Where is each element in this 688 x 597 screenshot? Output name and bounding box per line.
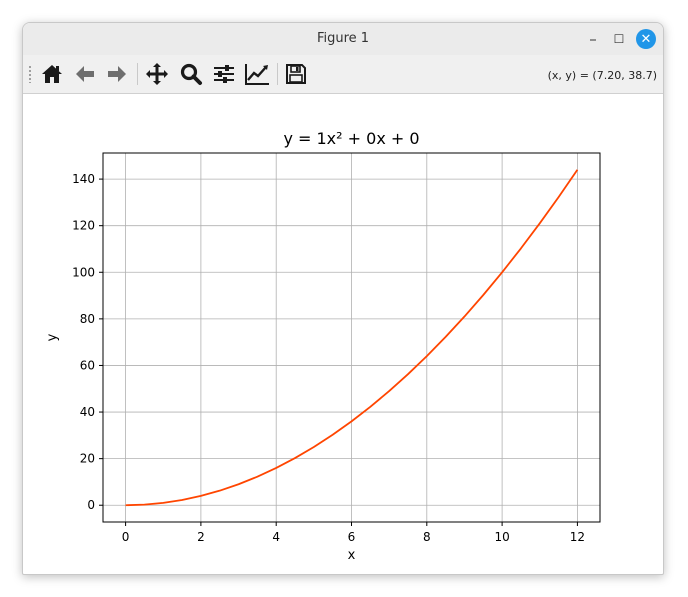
y-tick-label: 20 bbox=[80, 452, 95, 466]
home-button[interactable] bbox=[39, 61, 65, 87]
minimize-button[interactable]: ⎯ bbox=[583, 29, 603, 49]
x-tick-label: 4 bbox=[272, 530, 280, 544]
toolbar-grip[interactable] bbox=[28, 65, 32, 83]
maximize-button[interactable]: ☐ bbox=[609, 29, 629, 49]
forward-button[interactable] bbox=[104, 61, 130, 87]
pan-button[interactable] bbox=[144, 61, 170, 87]
save-button[interactable] bbox=[283, 61, 309, 87]
x-tick-label: 10 bbox=[494, 530, 509, 544]
figure-window: Figure 1 ⎯ ☐ ✕ (x, y) = (7.20, 38.7) 0 2… bbox=[22, 22, 664, 575]
forward-icon bbox=[108, 66, 126, 82]
edit-axes-icon bbox=[245, 64, 269, 85]
y-tick-label: 140 bbox=[72, 172, 95, 186]
zoom-button[interactable] bbox=[178, 61, 204, 87]
figure-canvas[interactable]: 0 2 4 6 8 10 12 0 20 40 60 80 100 120 140 y = 1x² + 0x… bbox=[23, 94, 663, 574]
grid-lines bbox=[103, 153, 600, 522]
pan-icon bbox=[146, 63, 168, 85]
x-tick-label: 2 bbox=[197, 530, 205, 544]
y-tick-label: 80 bbox=[80, 312, 95, 326]
y-tick-label: 0 bbox=[87, 498, 95, 512]
plot-svg[interactable]: 0 2 4 6 8 10 12020406080100120140 y = 1x² + 0x… bbox=[23, 94, 663, 574]
toolbar-separator bbox=[137, 63, 138, 85]
navigation-toolbar: (x, y) = (7.20, 38.7) bbox=[23, 55, 663, 94]
y-tick-label: 40 bbox=[80, 405, 95, 419]
configure-subplots-button[interactable] bbox=[211, 61, 237, 87]
x-axis-label: x bbox=[348, 548, 356, 563]
x-tick-label: 0 bbox=[122, 530, 130, 544]
window-title: Figure 1 bbox=[316, 31, 370, 46]
close-button[interactable]: ✕ bbox=[636, 29, 656, 49]
edit-axes-button[interactable] bbox=[244, 61, 270, 87]
save-icon bbox=[286, 64, 306, 84]
toolbar-separator bbox=[277, 63, 278, 85]
zoom-icon bbox=[180, 63, 202, 85]
back-icon bbox=[76, 66, 94, 82]
x-tick-label: 12 bbox=[570, 530, 585, 544]
y-tick-label: 120 bbox=[72, 219, 95, 233]
y-axis-label: y bbox=[45, 333, 60, 341]
x-tick-label: 8 bbox=[423, 530, 431, 544]
y-tick-label: 100 bbox=[72, 265, 95, 279]
home-icon bbox=[42, 65, 62, 83]
configure-subplots-icon bbox=[214, 65, 234, 83]
x-tick-label: 6 bbox=[348, 530, 356, 544]
title-bar: Figure 1 ⎯ ☐ ✕ bbox=[23, 23, 663, 55]
axis-ticks: 0 2 4 6 8 10 12020406080100120140 bbox=[72, 172, 585, 544]
cursor-coordinates: (x, y) = (7.20, 38.7) bbox=[547, 69, 657, 82]
y-tick-label: 60 bbox=[80, 358, 95, 372]
chart-title: y = 1x² + 0x + 0 bbox=[283, 129, 419, 148]
back-button[interactable] bbox=[72, 61, 98, 87]
